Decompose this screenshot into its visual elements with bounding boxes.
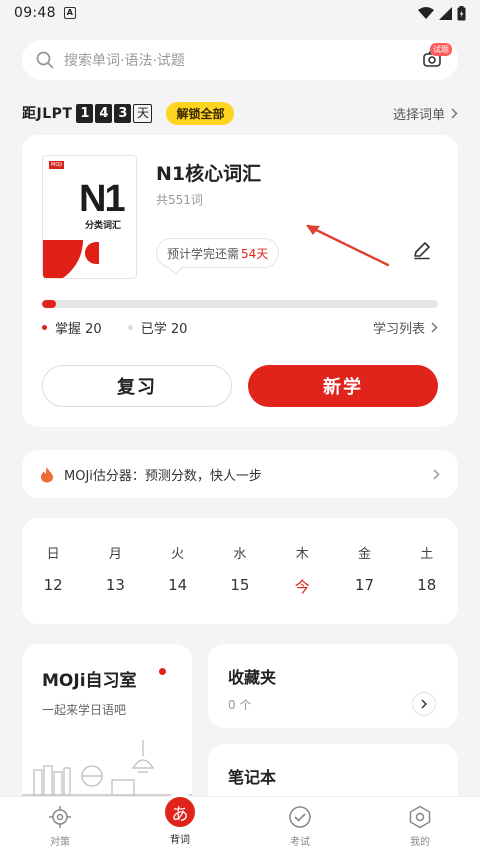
weekday-label: 土 <box>420 547 434 562</box>
countdown-unit: 天 <box>133 103 153 123</box>
battery-icon <box>457 5 466 20</box>
eta-bubble: 预计学完还需 54天 <box>156 238 280 268</box>
choose-wordlist-label: 选择词单 <box>392 107 445 123</box>
edit-icon[interactable] <box>411 239 433 261</box>
calendar-day[interactable]: 15 <box>209 576 271 597</box>
tab-vocabulary[interactable]: あ 背词 <box>120 797 240 853</box>
estimator-text: MOJi估分器：预测分数，快人一步 <box>64 468 262 484</box>
chevron-right-icon <box>431 321 438 333</box>
chevron-right-icon <box>421 699 427 709</box>
weekday-label: 月 <box>108 547 122 562</box>
mastered-stat: 掌握 20 <box>42 318 102 337</box>
kana-icon: あ <box>165 797 195 827</box>
search-input[interactable]: 搜索单词·语法·试题 <box>64 50 185 70</box>
mastered-label: 掌握 20 <box>55 321 102 337</box>
annotation-arrow <box>306 224 390 267</box>
weekday-label: 金 <box>357 547 371 562</box>
calendar-day-today[interactable]: 今 <box>271 576 333 597</box>
tab-exam[interactable]: 考试 <box>240 797 360 853</box>
progress-bar <box>42 300 438 308</box>
progress-stats: 掌握 20 已学 20 学习列表 <box>42 317 438 337</box>
learned-stat: 已学 20 <box>127 318 188 337</box>
favorites-title: 收藏夹 <box>228 668 277 687</box>
cover-title: N1 <box>79 178 126 220</box>
review-button[interactable]: 复习 <box>42 365 232 407</box>
chevron-right-icon <box>451 107 458 119</box>
calendar-day[interactable]: 17 <box>333 576 395 597</box>
tab-profile[interactable]: 我的 <box>360 797 480 853</box>
weekday-label: 水 <box>233 547 247 562</box>
cover-subtitle: 分类词汇 <box>85 221 122 231</box>
learn-new-button[interactable]: 新学 <box>248 365 438 407</box>
tab-label: 考试 <box>290 837 310 848</box>
tab-label: 对策 <box>50 837 70 848</box>
profile-icon <box>409 805 431 829</box>
study-room-subtitle: 一起来学日语吧 <box>42 703 127 717</box>
unread-dot <box>159 668 166 675</box>
calendar-day[interactable]: 18 <box>396 576 458 597</box>
status-time: 09:48 <box>14 5 56 21</box>
search-icon <box>36 51 54 69</box>
cover-decoration <box>43 240 83 278</box>
wordbook-card: MOJi N1 分类词汇 N1核心词汇 共551词 预计学完还需 54天 掌握 … <box>22 135 458 427</box>
jlpt-label: 距JLPT <box>22 106 73 122</box>
search-bar[interactable]: 搜索单词·语法·试题 试题 <box>22 40 458 80</box>
status-bar: 09:48 A <box>0 0 480 26</box>
mastered-dot <box>42 324 47 330</box>
learned-label: 已学 20 <box>140 321 188 337</box>
jlpt-countdown: 距JLPT 1 4 3 天 解锁全部 选择词单 <box>22 100 458 126</box>
countdown-digit: 1 <box>76 103 94 123</box>
notebook-title: 笔记本 <box>228 768 277 787</box>
learned-dot <box>127 324 133 330</box>
book-word-count: 共551词 <box>156 193 203 207</box>
check-circle-icon <box>289 806 311 828</box>
scan-question-button[interactable]: 试题 <box>422 43 452 71</box>
cover-decoration <box>85 242 99 264</box>
notification-icon: A <box>63 7 76 19</box>
tab-label: 背词 <box>170 835 190 846</box>
unlock-all-button[interactable]: 解锁全部 <box>166 101 235 125</box>
calendar-day[interactable]: 13 <box>84 576 146 597</box>
weekday-label: 日 <box>46 547 60 562</box>
countdown-digit: 4 <box>95 103 113 123</box>
weekday-row: 日 月 火 水 木 金 土 <box>22 543 458 562</box>
study-list-link[interactable]: 学习列表 <box>373 318 438 337</box>
weekday-label: 火 <box>171 547 185 562</box>
countdown-digit: 3 <box>114 103 132 123</box>
favorites-count: 0 个 <box>228 698 252 712</box>
eta-days: 54天 <box>241 246 269 261</box>
calendar-day[interactable]: 12 <box>22 576 84 597</box>
choose-wordlist-button[interactable]: 选择词单 <box>393 104 458 123</box>
book-cover[interactable]: MOJi N1 分类词汇 <box>42 155 137 279</box>
tab-strategy[interactable]: 对策 <box>0 797 120 853</box>
favorites-card[interactable]: 收藏夹 0 个 <box>208 644 458 728</box>
question-badge: 试题 <box>430 43 452 56</box>
score-estimator-banner[interactable]: MOJi估分器：预测分数，快人一步 <box>22 450 458 498</box>
study-list-label: 学习列表 <box>372 321 425 337</box>
week-calendar: 日 月 火 水 木 金 土 12 13 14 15 今 17 18 <box>22 518 458 624</box>
progress-fill <box>42 300 57 308</box>
wifi-icon <box>418 6 434 19</box>
calendar-day[interactable]: 14 <box>147 576 209 597</box>
favorites-open-button[interactable] <box>412 692 436 716</box>
cover-brand: MOJi <box>49 161 65 169</box>
signal-icon <box>439 6 452 20</box>
book-title: N1核心词汇 <box>156 163 262 185</box>
date-row: 12 13 14 15 今 17 18 <box>22 576 458 597</box>
target-icon <box>49 806 71 828</box>
weekday-label: 木 <box>295 547 309 562</box>
study-room-title: MOJi自习室 <box>42 671 137 691</box>
eta-label: 预计学完还需 <box>167 246 240 261</box>
bottom-tab-bar: 对策 あ 背词 考试 我的 <box>0 796 480 853</box>
study-room-card[interactable]: MOJi自习室 一起来学日语吧 <box>22 644 192 814</box>
tab-label: 我的 <box>410 837 430 848</box>
flame-icon <box>41 466 53 482</box>
chevron-right-icon <box>433 468 440 480</box>
